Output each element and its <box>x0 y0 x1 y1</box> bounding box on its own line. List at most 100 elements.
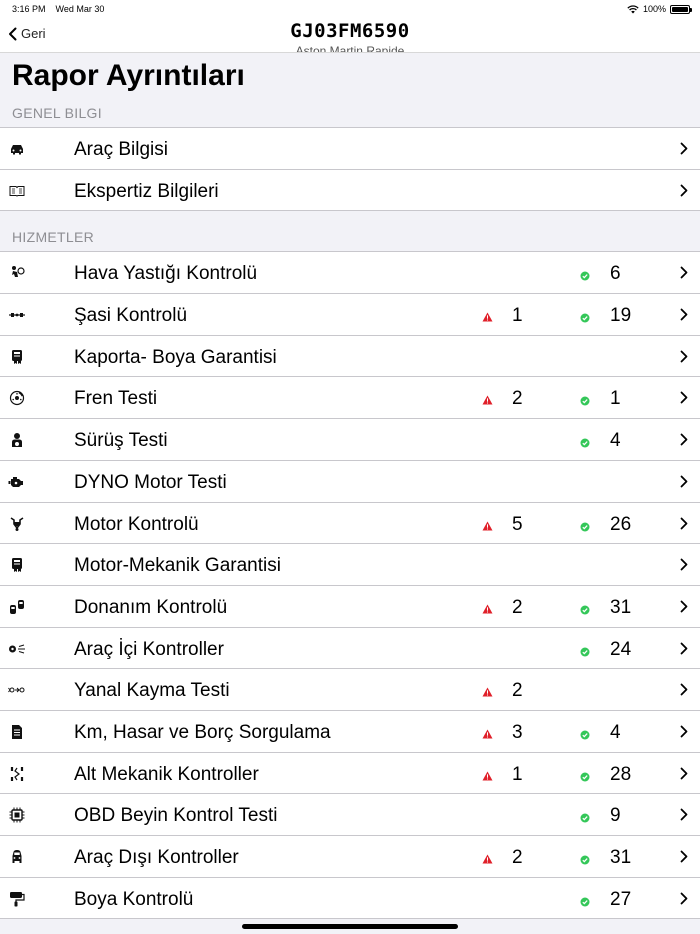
section-header: GENEL BILGI <box>12 105 102 121</box>
report-row[interactable]: Hava Yastığı Kontrolü 6 <box>0 252 700 295</box>
report-content: Rapor Ayrıntıları GENEL BILGI Araç Bilgis… <box>0 52 700 934</box>
row-label: Araç Dışı Kontroller <box>74 847 239 868</box>
paint-icon <box>8 891 26 907</box>
row-label: Motor Kontrolü <box>74 513 199 535</box>
check-circle-icon <box>580 310 590 328</box>
check-circle-icon <box>580 727 590 745</box>
report-row[interactable]: DYNO Motor Testi <box>0 460 700 503</box>
warning-icon <box>482 601 493 619</box>
wifi-icon <box>627 4 639 13</box>
side-slip-icon <box>8 682 26 698</box>
row-label: Yanal Kayma Testi <box>74 680 230 702</box>
chevron-right-icon <box>680 767 688 785</box>
row-label: Şasi Kontrolü <box>74 305 188 327</box>
status-date: Wed Mar 30 <box>55 4 105 14</box>
chevron-right-icon <box>680 266 688 284</box>
row-label: DYNO Motor Testi <box>74 471 227 493</box>
report-sections: GENEL BILGI Araç Bilgisi Ekspertiz Bilgile… <box>0 101 700 920</box>
check-circle-icon <box>580 435 590 453</box>
chevron-right-icon <box>680 391 688 409</box>
row-label: Hava Yastığı Kontrolü <box>74 263 258 285</box>
status-time: 3:16 PM <box>12 4 46 14</box>
battery-percent: 100% <box>642 4 666 14</box>
report-row[interactable]: Yanal Kayma Testi 2 <box>0 669 700 711</box>
report-row[interactable]: Motor Kontrolü 5 26 <box>0 502 700 545</box>
row-label: Motor-Mekanik Garantisi <box>74 555 281 577</box>
chevron-right-icon <box>680 683 688 701</box>
warning-icon <box>482 768 493 786</box>
chevron-right-icon <box>680 600 688 618</box>
row-label: OBD Beyin Kontrol Testi <box>74 805 278 827</box>
page-title: Rapor Ayrıntıları <box>0 53 700 101</box>
status-left: 3:16 PM Wed Mar 30 <box>12 4 114 14</box>
report-row[interactable]: Ekspertiz Bilgileri <box>0 169 700 212</box>
chevron-right-icon <box>680 642 688 660</box>
passed-count: 19 <box>610 305 632 327</box>
warning-count: 3 <box>512 721 523 743</box>
row-label: Alt Mekanik Kontroller <box>74 763 259 785</box>
home-indicator[interactable] <box>242 924 458 929</box>
row-label: Ekspertiz Bilgileri <box>74 180 219 202</box>
check-circle-icon <box>580 894 590 912</box>
passed-count: 31 <box>610 596 632 618</box>
warning-icon <box>482 726 493 744</box>
exterior-icon <box>8 849 26 865</box>
warning-icon <box>482 684 493 702</box>
driver-icon <box>8 432 26 448</box>
status-right: 100% <box>627 4 692 14</box>
section-group: Araç Bilgisi Ekspertiz Bilgileri <box>0 127 700 212</box>
report-row[interactable]: Fren Testi 2 1 <box>0 377 700 420</box>
check-circle-icon <box>580 519 590 537</box>
check-circle-icon <box>580 393 590 411</box>
report-row[interactable]: Km, Hasar ve Borç Sorgulama 3 4 <box>0 710 700 753</box>
row-label: Fren Testi <box>74 388 158 410</box>
chevron-right-icon <box>680 142 688 160</box>
warranty-icon <box>8 557 26 573</box>
battery-icon <box>670 4 692 14</box>
interior-icon <box>8 641 26 657</box>
check-circle-icon <box>580 810 590 828</box>
warning-count: 1 <box>512 305 523 327</box>
chassis-icon <box>8 307 26 323</box>
row-label: Kaporta- Boya Garantisi <box>74 346 277 368</box>
section-group: Hava Yastığı Kontrolü 6 Şasi Kontrolü 1 19 Ka… <box>0 251 700 920</box>
report-row[interactable]: Boya Kontrolü 27 <box>0 877 700 920</box>
book-icon <box>8 183 26 199</box>
warning-count: 1 <box>512 763 523 785</box>
warning-count: 2 <box>512 680 523 702</box>
section-header: HIZMETLER <box>12 229 95 246</box>
report-row[interactable]: Araç İçi Kontroller 24 <box>0 627 700 670</box>
report-row[interactable]: Donanım Kontrolü 2 31 <box>0 585 700 628</box>
chevron-right-icon <box>680 517 688 535</box>
navigation-bar: Geri GJ03FM6590 Aston Martin Rapide <box>0 18 700 52</box>
chevron-right-icon <box>680 892 688 910</box>
warning-icon <box>482 851 493 869</box>
vehicle-subtitle: Aston Martin Rapide <box>295 44 405 52</box>
chevron-right-icon <box>680 433 688 451</box>
report-row[interactable]: Şasi Kontrolü 1 19 <box>0 294 700 336</box>
check-circle-icon <box>580 769 590 787</box>
check-circle-icon <box>580 644 590 662</box>
passed-count: 26 <box>610 513 632 535</box>
report-row[interactable]: Araç Bilgisi <box>0 128 700 170</box>
chevron-right-icon <box>680 184 688 202</box>
row-label: Araç İçi Kontroller <box>74 638 224 660</box>
report-row[interactable]: Araç Dışı Kontroller 2 31 <box>0 836 700 878</box>
plate-title: GJ03FM6590 <box>290 20 410 42</box>
chevron-right-icon <box>680 850 688 868</box>
chevron-right-icon <box>680 725 688 743</box>
warning-count: 2 <box>512 596 523 618</box>
report-row[interactable]: Sürüş Testi 4 <box>0 419 700 461</box>
check-circle-icon <box>580 602 590 620</box>
suspension-icon <box>8 766 26 782</box>
motor-icon <box>8 516 26 532</box>
passed-count: 27 <box>610 888 632 910</box>
check-circle-icon <box>580 852 590 870</box>
report-row[interactable]: Motor-Mekanik Garantisi <box>0 544 700 586</box>
report-row[interactable]: OBD Beyin Kontrol Testi 9 <box>0 794 700 836</box>
row-label: Araç Bilgisi <box>74 139 168 160</box>
report-row[interactable]: Kaporta- Boya Garantisi <box>0 335 700 378</box>
warning-count: 2 <box>512 388 523 410</box>
chevron-right-icon <box>680 308 688 326</box>
report-row[interactable]: Alt Mekanik Kontroller 1 28 <box>0 752 700 795</box>
